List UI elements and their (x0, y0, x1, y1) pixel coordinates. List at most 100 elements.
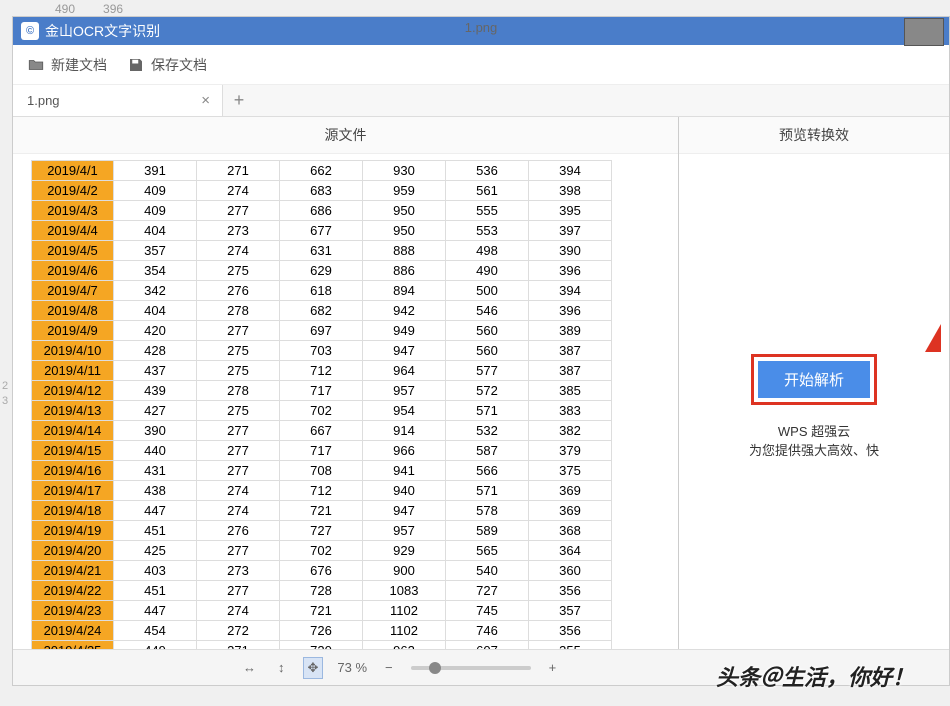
date-cell: 2019/4/2 (32, 181, 114, 201)
value-cell: 1102 (363, 601, 446, 621)
start-parse-button[interactable]: 开始解析 (758, 361, 870, 398)
date-cell: 2019/4/7 (32, 281, 114, 301)
table-row: 2019/4/19451276727957589368 (32, 521, 612, 541)
value-cell: 966 (363, 441, 446, 461)
value-cell: 275 (197, 401, 280, 421)
value-cell: 686 (280, 201, 363, 221)
value-cell: 560 (446, 341, 529, 361)
value-cell: 271 (197, 161, 280, 181)
value-cell: 540 (446, 561, 529, 581)
table-row: 2019/4/13427275702954571383 (32, 401, 612, 421)
value-cell: 712 (280, 481, 363, 501)
tab-1png[interactable]: 1.png × (13, 85, 223, 116)
value-cell: 712 (280, 361, 363, 381)
value-cell: 447 (114, 601, 197, 621)
source-body[interactable]: 2019/4/13912716629305363942019/4/2409274… (13, 154, 678, 649)
value-cell: 387 (529, 341, 612, 361)
value-cell: 357 (529, 601, 612, 621)
value-cell: 449 (114, 641, 197, 650)
table-row: 2019/4/11437275712964577387 (32, 361, 612, 381)
value-cell: 929 (363, 541, 446, 561)
table-row: 2019/4/14390277667914532382 (32, 421, 612, 441)
save-doc-button[interactable]: 保存文档 (127, 55, 207, 75)
value-cell: 447 (114, 501, 197, 521)
value-cell: 273 (197, 561, 280, 581)
value-cell: 420 (114, 321, 197, 341)
value-cell: 394 (529, 161, 612, 181)
date-cell: 2019/4/5 (32, 241, 114, 261)
table-row: 2019/4/15440277717966587379 (32, 441, 612, 461)
table-row: 2019/4/10428275703947560387 (32, 341, 612, 361)
table-row: 2019/4/8404278682942546396 (32, 301, 612, 321)
value-cell: 1083 (363, 581, 446, 601)
value-cell: 354 (114, 261, 197, 281)
value-cell: 702 (280, 541, 363, 561)
table-row: 2019/4/244542727261102746356 (32, 621, 612, 641)
value-cell: 571 (446, 401, 529, 421)
zoom-out-button[interactable]: − (381, 658, 397, 677)
value-cell: 571 (446, 481, 529, 501)
add-tab-button[interactable]: + (223, 85, 255, 116)
date-cell: 2019/4/12 (32, 381, 114, 401)
date-cell: 2019/4/10 (32, 341, 114, 361)
value-cell: 357 (114, 241, 197, 261)
value-cell: 721 (280, 601, 363, 621)
zoom-in-button[interactable]: + (545, 658, 561, 677)
value-cell: 703 (280, 341, 363, 361)
value-cell: 587 (446, 441, 529, 461)
date-cell: 2019/4/14 (32, 421, 114, 441)
date-cell: 2019/4/25 (32, 641, 114, 650)
table-row: 2019/4/17438274712940571369 (32, 481, 612, 501)
value-cell: 274 (197, 481, 280, 501)
move-tool-icon[interactable]: ✥ (303, 657, 324, 679)
value-cell: 437 (114, 361, 197, 381)
watermark-text: 头条＠生活，你好！ (716, 660, 914, 692)
value-cell: 277 (197, 461, 280, 481)
value-cell: 930 (363, 161, 446, 181)
gutter-marks: 23 (2, 380, 8, 407)
date-cell: 2019/4/24 (32, 621, 114, 641)
date-cell: 2019/4/22 (32, 581, 114, 601)
table-row: 2019/4/18447274721947578369 (32, 501, 612, 521)
date-cell: 2019/4/16 (32, 461, 114, 481)
value-cell: 274 (197, 241, 280, 261)
value-cell: 726 (280, 621, 363, 641)
fit-width-icon[interactable]: ↔ (239, 658, 260, 677)
preview-pane: 预览转换效 开始解析 WPS 超强云 为您提供强大高效、快 (679, 117, 949, 649)
value-cell: 277 (197, 201, 280, 221)
value-cell: 409 (114, 181, 197, 201)
value-cell: 277 (197, 321, 280, 341)
value-cell: 942 (363, 301, 446, 321)
value-cell: 682 (280, 301, 363, 321)
user-avatar[interactable] (904, 18, 944, 46)
value-cell: 451 (114, 581, 197, 601)
value-cell: 379 (529, 441, 612, 461)
value-cell: 428 (114, 341, 197, 361)
value-cell: 941 (363, 461, 446, 481)
arrow-annotation-icon (925, 324, 941, 352)
value-cell: 900 (363, 561, 446, 581)
value-cell: 277 (197, 421, 280, 441)
value-cell: 271 (197, 641, 280, 650)
table-row: 2019/4/234472747211102745357 (32, 601, 612, 621)
new-doc-button[interactable]: 新建文档 (27, 55, 107, 75)
fit-height-icon[interactable]: ↕ (274, 658, 289, 677)
zoom-slider[interactable] (411, 666, 531, 670)
table-row: 2019/4/4404273677950553397 (32, 221, 612, 241)
source-pane: 源文件 2019/4/13912716629305363942019/4/240… (13, 117, 679, 649)
table-row: 2019/4/9420277697949560389 (32, 321, 612, 341)
value-cell: 364 (529, 541, 612, 561)
value-cell: 278 (197, 381, 280, 401)
close-tab-icon[interactable]: × (201, 92, 210, 109)
value-cell: 425 (114, 541, 197, 561)
value-cell: 914 (363, 421, 446, 441)
value-cell: 950 (363, 201, 446, 221)
value-cell: 578 (446, 501, 529, 521)
value-cell: 385 (529, 381, 612, 401)
date-cell: 2019/4/17 (32, 481, 114, 501)
bg-num: 490 (55, 2, 75, 16)
zoom-thumb[interactable] (429, 662, 441, 674)
table-row: 2019/4/3409277686950555395 (32, 201, 612, 221)
value-cell: 490 (446, 261, 529, 281)
value-cell: 697 (280, 321, 363, 341)
